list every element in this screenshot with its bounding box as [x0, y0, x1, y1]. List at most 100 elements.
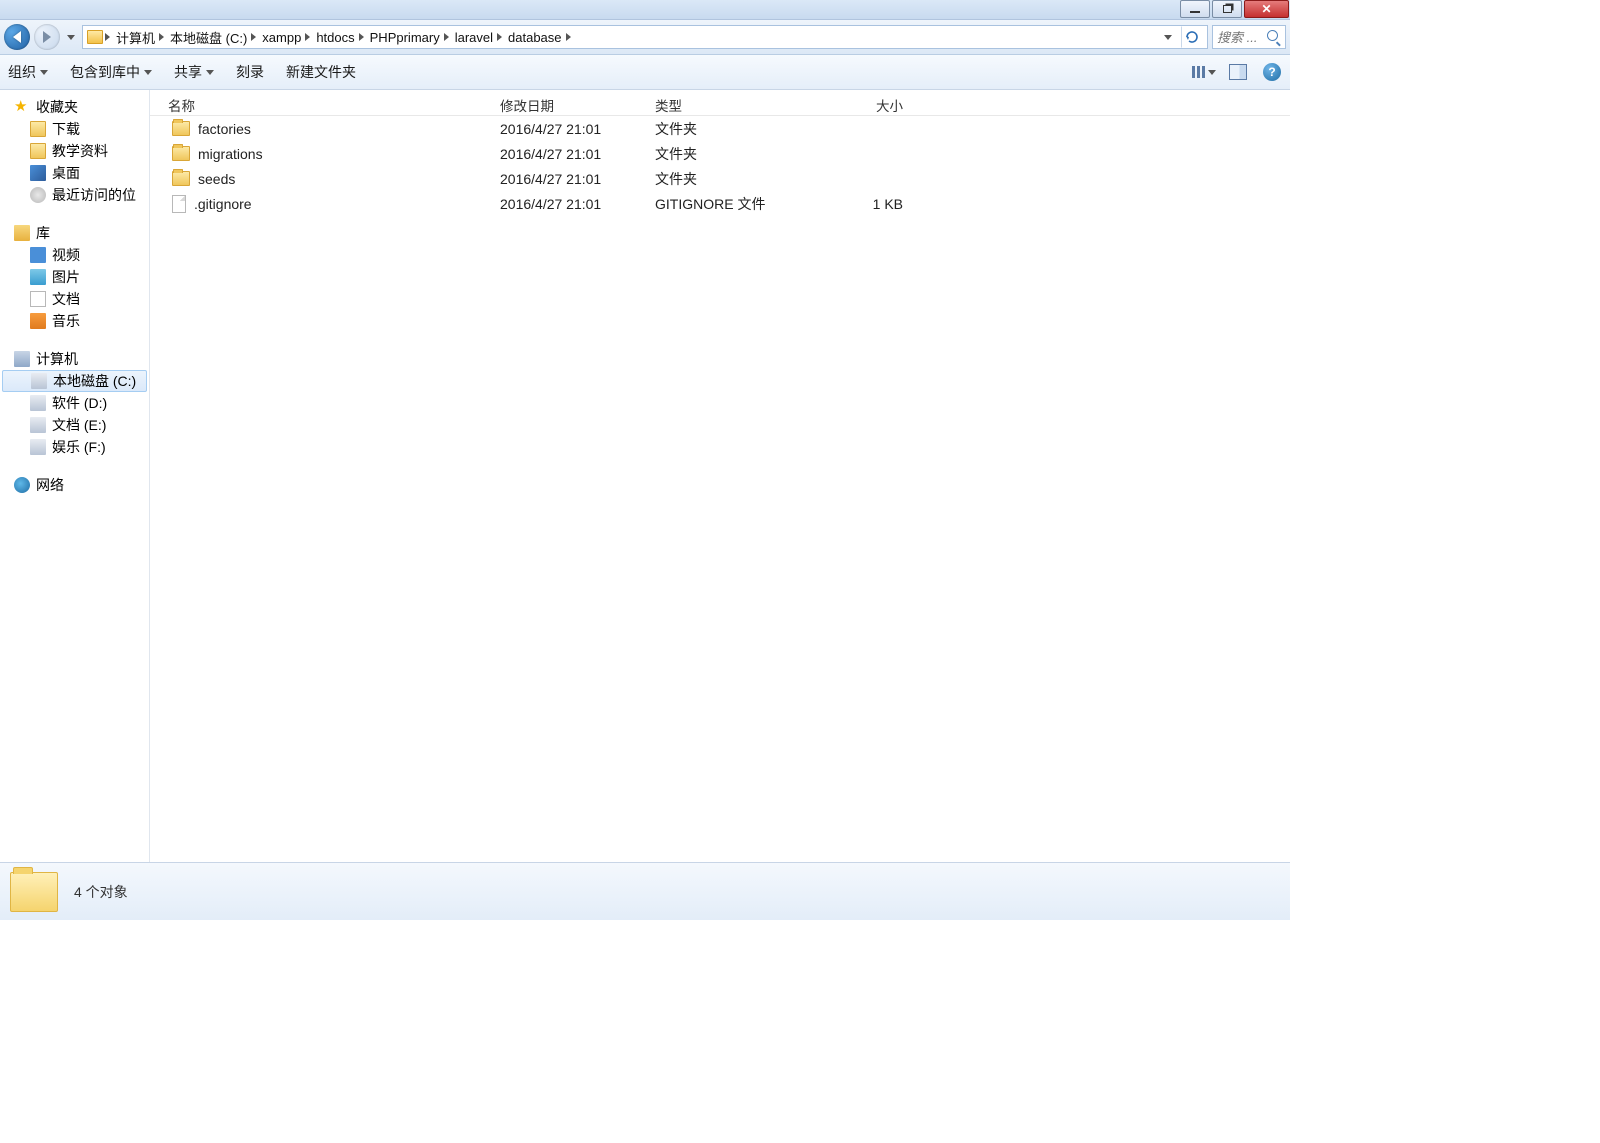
breadcrumb-item[interactable]: database: [506, 30, 564, 45]
help-icon: ?: [1263, 63, 1281, 81]
navigation-bar: 计算机 本地磁盘 (C:) xampp htdocs PHPprimary la…: [0, 20, 1290, 55]
nav-history-dropdown[interactable]: [64, 24, 78, 50]
file-size: 1 KB: [815, 196, 915, 212]
breadcrumb-separator[interactable]: [305, 33, 312, 41]
desktop-icon: [30, 165, 46, 181]
column-header-size[interactable]: 大小: [815, 95, 915, 115]
sidebar-item-label: 本地磁盘 (C:): [53, 371, 136, 391]
breadcrumb-item[interactable]: laravel: [453, 30, 495, 45]
sidebar-item-label: 文档: [52, 289, 80, 309]
sidebar-item-label: 图片: [52, 267, 80, 287]
pictures-icon: [30, 269, 46, 285]
file-row[interactable]: .gitignore2016/4/27 21:01GITIGNORE 文件1 K…: [150, 191, 1290, 216]
sidebar-label: 收藏夹: [36, 97, 78, 117]
video-icon: [30, 247, 46, 263]
folder-icon: [87, 30, 103, 44]
breadcrumb-item[interactable]: xampp: [260, 30, 303, 45]
navigation-pane: ★收藏夹 下载 教学资料 桌面 最近访问的位 库 视频 图片 文档 音乐 计算机…: [0, 90, 150, 862]
view-icon: [1192, 66, 1205, 78]
drive-icon: [30, 417, 46, 433]
column-header-modified[interactable]: 修改日期: [500, 95, 655, 115]
breadcrumb-item[interactable]: 计算机: [114, 28, 157, 47]
toolbar: 组织 包含到库中 共享 刻录 新建文件夹 ?: [0, 55, 1290, 90]
nav-back-button[interactable]: [4, 24, 30, 50]
status-text: 4 个对象: [74, 882, 128, 902]
sidebar-item-label: 视频: [52, 245, 80, 265]
sidebar-computer-header[interactable]: 计算机: [0, 348, 149, 370]
file-modified: 2016/4/27 21:01: [500, 146, 655, 162]
breadcrumb-separator[interactable]: [105, 33, 112, 41]
breadcrumb-separator[interactable]: [497, 33, 504, 41]
sidebar-item-desktop[interactable]: 桌面: [0, 162, 149, 184]
file-type: GITIGNORE 文件: [655, 194, 815, 214]
file-list: 名称 修改日期 类型 大小 factories2016/4/27 21:01文件…: [150, 90, 1290, 862]
sidebar-network-header[interactable]: 网络: [0, 474, 149, 496]
new-folder-button[interactable]: 新建文件夹: [286, 62, 356, 82]
maximize-button[interactable]: [1212, 0, 1242, 18]
file-row[interactable]: seeds 2016/4/27 21:01文件夹: [150, 166, 1290, 191]
file-name: seeds: [198, 171, 235, 187]
sidebar-item-drive-e[interactable]: 文档 (E:): [0, 414, 149, 436]
sidebar-libraries-header[interactable]: 库: [0, 222, 149, 244]
breadcrumb-separator[interactable]: [251, 33, 258, 41]
breadcrumb-separator[interactable]: [566, 33, 573, 41]
folder-icon: [30, 121, 46, 137]
content-area: ★收藏夹 下载 教学资料 桌面 最近访问的位 库 视频 图片 文档 音乐 计算机…: [0, 90, 1290, 862]
sidebar-item-videos[interactable]: 视频: [0, 244, 149, 266]
address-dropdown[interactable]: [1157, 26, 1179, 48]
file-type: 文件夹: [655, 144, 815, 164]
sidebar-item-teaching[interactable]: 教学资料: [0, 140, 149, 162]
file-name: factories: [198, 121, 251, 137]
breadcrumb-item[interactable]: htdocs: [314, 30, 356, 45]
file-icon: [172, 195, 186, 213]
address-bar[interactable]: 计算机 本地磁盘 (C:) xampp htdocs PHPprimary la…: [82, 25, 1208, 49]
drive-icon: [31, 373, 47, 389]
sidebar-item-downloads[interactable]: 下载: [0, 118, 149, 140]
breadcrumb-separator[interactable]: [444, 33, 451, 41]
sidebar-item-label: 软件 (D:): [52, 393, 107, 413]
sidebar-item-recent[interactable]: 最近访问的位: [0, 184, 149, 206]
recent-icon: [30, 187, 46, 203]
include-in-library-button[interactable]: 包含到库中: [70, 62, 152, 82]
sidebar-item-music[interactable]: 音乐: [0, 310, 149, 332]
help-button[interactable]: ?: [1262, 62, 1282, 82]
folder-icon: [172, 146, 190, 161]
search-input[interactable]: [1217, 30, 1267, 45]
share-button[interactable]: 共享: [174, 62, 214, 82]
preview-pane-button[interactable]: [1228, 62, 1248, 82]
refresh-button[interactable]: [1181, 26, 1203, 48]
arrow-left-icon: [13, 31, 21, 43]
refresh-icon: [1184, 29, 1200, 45]
organize-button[interactable]: 组织: [8, 62, 48, 82]
file-row[interactable]: factories2016/4/27 21:01文件夹: [150, 116, 1290, 141]
burn-button[interactable]: 刻录: [236, 62, 264, 82]
column-headers: 名称 修改日期 类型 大小: [150, 90, 1290, 116]
sidebar-favorites-header[interactable]: ★收藏夹: [0, 96, 149, 118]
status-bar: 4 个对象: [0, 862, 1290, 920]
sidebar-item-label: 教学资料: [52, 141, 108, 161]
file-type: 文件夹: [655, 169, 815, 189]
titlebar: ✕: [0, 0, 1290, 20]
search-box[interactable]: [1212, 25, 1286, 49]
folder-large-icon: [10, 872, 58, 912]
view-options-button[interactable]: [1194, 62, 1214, 82]
breadcrumb-item[interactable]: 本地磁盘 (C:): [168, 28, 249, 47]
close-button[interactable]: ✕: [1244, 0, 1289, 18]
breadcrumb-separator[interactable]: [159, 33, 166, 41]
column-header-type[interactable]: 类型: [655, 95, 815, 115]
sidebar-item-label: 桌面: [52, 163, 80, 183]
sidebar-item-drive-c[interactable]: 本地磁盘 (C:): [2, 370, 147, 392]
document-icon: [30, 291, 46, 307]
breadcrumb-item[interactable]: PHPprimary: [368, 30, 442, 45]
sidebar-item-drive-d[interactable]: 软件 (D:): [0, 392, 149, 414]
file-row[interactable]: migrations2016/4/27 21:01文件夹: [150, 141, 1290, 166]
column-header-name[interactable]: 名称: [150, 95, 500, 115]
sidebar-item-pictures[interactable]: 图片: [0, 266, 149, 288]
sidebar-item-documents[interactable]: 文档: [0, 288, 149, 310]
breadcrumb-separator[interactable]: [359, 33, 366, 41]
file-modified: 2016/4/27 21:01: [500, 171, 655, 187]
nav-forward-button[interactable]: [34, 24, 60, 50]
sidebar-item-drive-f[interactable]: 娱乐 (F:): [0, 436, 149, 458]
folder-icon: [172, 171, 190, 186]
minimize-button[interactable]: [1180, 0, 1210, 18]
